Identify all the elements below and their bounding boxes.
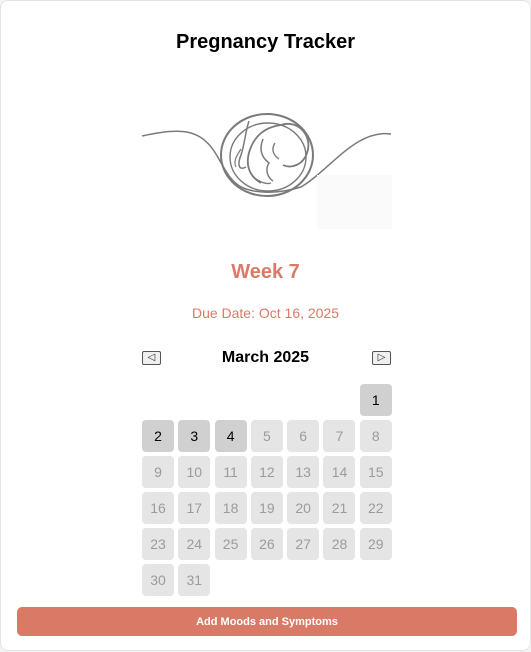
calendar-day: 22	[359, 492, 392, 524]
calendar-day: 26	[250, 528, 283, 560]
calendar-day: 14	[323, 456, 356, 488]
calendar-blank	[287, 384, 319, 416]
calendar-blank	[178, 384, 210, 416]
calendar-day: 7	[323, 420, 356, 452]
page-title: Pregnancy Tracker	[176, 31, 355, 53]
calendar-day: 10	[178, 456, 211, 488]
calendar-day: 30	[142, 564, 174, 596]
pregnancy-week: Week 7	[231, 261, 300, 283]
calendar-day: 16	[142, 492, 174, 524]
calendar-day: 20	[287, 492, 320, 524]
calendar-day: 18	[214, 492, 247, 524]
due-date: Due Date: Oct 16, 2025	[191, 305, 340, 321]
calendar-blank	[251, 384, 283, 416]
calendar-day: 11	[214, 456, 247, 488]
calendar-blank	[323, 384, 355, 416]
calendar-day: 29	[359, 528, 392, 560]
calendar-grid: 1 2 3 4 5 6 7 8 9 10 11 12 13 14 15 16 17 18 19 20 21 22 23 24 2…	[142, 384, 392, 596]
calendar-day: 28	[323, 528, 356, 560]
calendar-blank	[215, 384, 247, 416]
calendar-day: 21	[323, 492, 356, 524]
calendar-day[interactable]: 2	[142, 420, 174, 452]
calendar-day: 12	[250, 456, 283, 488]
calendar-day: 17	[178, 492, 211, 524]
calendar-day: 25	[214, 528, 247, 560]
calendar-day: 23	[142, 528, 174, 560]
add-moods-symptoms-button[interactable]: Add Moods and Symptoms	[17, 607, 517, 636]
calendar-day: 27	[287, 528, 320, 560]
calendar-day: 9	[142, 456, 174, 488]
calendar-day: 24	[178, 528, 211, 560]
calendar-day: 8	[359, 420, 392, 452]
calendar-day[interactable]: 1	[359, 384, 392, 416]
calendar-day: 19	[250, 492, 283, 524]
calendar-day: 31	[178, 564, 211, 596]
calendar-day: 5	[250, 420, 283, 452]
calendar-blank	[142, 384, 174, 416]
calendar-day: 13	[287, 456, 320, 488]
calendar-day: 6	[287, 420, 320, 452]
triangle-right-icon: ▷	[377, 352, 386, 363]
tracker-card: Pregnancy Tracker Week 7 Due Date: Oct 1…	[0, 0, 531, 651]
calendar-day[interactable]: 3	[178, 420, 211, 452]
next-month-button[interactable]: ▷	[372, 351, 391, 365]
fetus-illustration	[141, 109, 393, 231]
calendar-day[interactable]: 4	[214, 420, 247, 452]
calendar-month-title: March 2025	[221, 349, 310, 366]
calendar-day: 15	[359, 456, 392, 488]
